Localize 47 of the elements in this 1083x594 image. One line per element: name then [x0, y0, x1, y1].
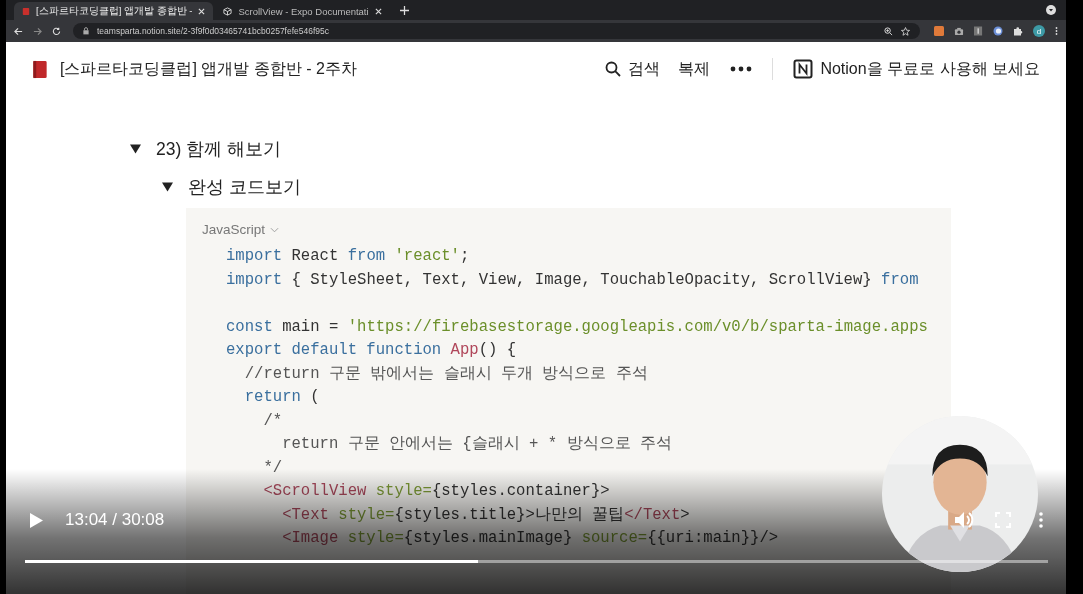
- code-line: <Text style={styles.title}>나만의 꿀팁</Text>: [281, 504, 690, 526]
- forward-icon[interactable]: [33, 26, 42, 36]
- toggle-triangle-icon[interactable]: [162, 182, 173, 192]
- toggle-triangle-icon[interactable]: [130, 144, 141, 154]
- dropdown-icon[interactable]: [1046, 5, 1056, 15]
- star-icon[interactable]: [901, 26, 910, 36]
- toggle-heading[interactable]: 완성 코드보기: [162, 174, 301, 200]
- extension-icon[interactable]: [974, 26, 983, 36]
- toggle-heading[interactable]: 23) 함께 해보기: [130, 136, 282, 162]
- language-selector[interactable]: JavaScript: [202, 222, 280, 237]
- play-icon[interactable]: [30, 512, 43, 528]
- logo-icon: [793, 59, 814, 79]
- code-line: <Image style={styles.mainImage} source={{uri:main}}/>: [281, 528, 779, 549]
- cube-icon: [223, 6, 233, 16]
- page-title: [스파르타코딩클럽] 앱개발 종합반 - 2주차: [60, 58, 357, 79]
- code-line: return (: [243, 387, 320, 408]
- chevron-down-icon: [270, 226, 280, 233]
- close-icon[interactable]: [374, 7, 382, 15]
- browser-tab[interactable]: [스파르타코딩클럽] 앱개발 종합반 -: [14, 2, 214, 20]
- code-line: import { StyleSheet, Text, View, Image, TouchableOpacity, ScrollView} from: [225, 269, 919, 291]
- back-icon[interactable]: [14, 26, 23, 36]
- lock-icon: [83, 27, 89, 35]
- code-line: /*: [262, 410, 283, 432]
- search-icon: [605, 61, 622, 77]
- code-line: import React from 'react';: [225, 246, 470, 267]
- progress-bar[interactable]: [25, 560, 1048, 563]
- code-line: const main = 'https://firebasestorage.googleapis.com/v0/b/sparta-image.apps: [225, 316, 928, 338]
- code-line: //return 구문 밖에서는 슬래시 두개 방식으로 주석: [243, 363, 648, 385]
- browser-tab[interactable]: ScrollView - Expo Documentati: [215, 2, 390, 20]
- notion-signup-link[interactable]: Notion을 무료로 사용해 보세요: [789, 56, 1044, 82]
- code-line: <ScrollView style={styles.container}>: [262, 481, 610, 502]
- puzzle-icon[interactable]: [1013, 26, 1023, 36]
- reload-icon[interactable]: [52, 26, 61, 36]
- duplicate-button[interactable]: 복제: [674, 56, 715, 82]
- close-icon[interactable]: [198, 7, 206, 15]
- search-button[interactable]: 검색: [601, 56, 665, 82]
- zoom-icon[interactable]: [884, 26, 893, 36]
- more-icon[interactable]: [730, 66, 753, 72]
- code-line: export default function App() {: [225, 340, 517, 361]
- new-tab-icon[interactable]: [399, 6, 409, 15]
- code-line: return 구문 안에서는 {슬래시 + * 방식으로 주석: [281, 434, 672, 455]
- address-field[interactable]: teamsparta.notion.site/2-3f9f0d03465741bcb0257fefe546f95c: [73, 23, 920, 39]
- video-time: 13:04 / 30:08: [65, 510, 165, 530]
- menu-icon[interactable]: [1055, 26, 1058, 36]
- extension-icon[interactable]: [993, 26, 1003, 36]
- code-line: */: [262, 457, 283, 479]
- camera-icon[interactable]: [954, 26, 964, 36]
